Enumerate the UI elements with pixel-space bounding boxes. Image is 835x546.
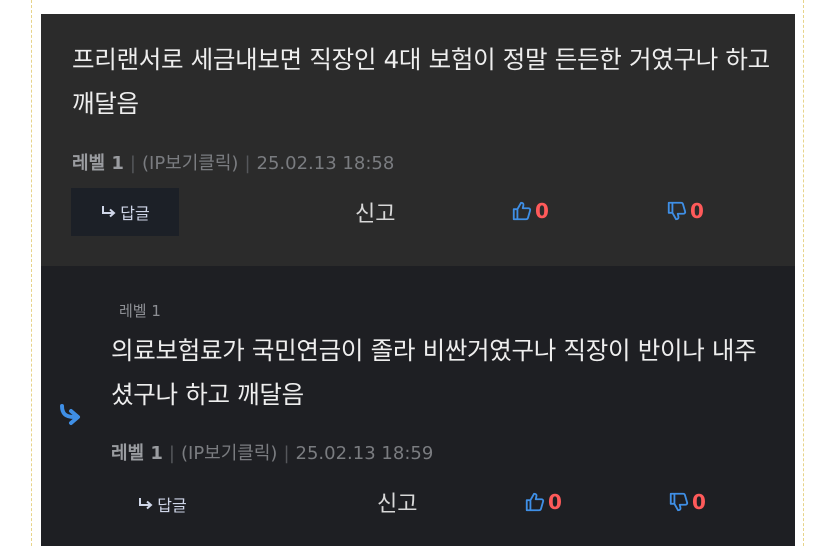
comment-text: 프리랜서로 세금내보면 직장인 4대 보험이 정말 든든한 거였구나 하고 깨달… [72, 45, 770, 118]
thumbs-up-icon [512, 201, 532, 221]
thumbs-down-icon [667, 201, 687, 221]
comment-datetime: 25.02.13 18:58 [256, 153, 395, 174]
ip-link[interactable]: (IP보기클릭) [181, 443, 277, 464]
reply-indicator-icon [60, 404, 80, 425]
reply-label: 답글 [120, 204, 150, 223]
downvote-count: 0 [690, 199, 704, 223]
thumbs-up-icon [525, 492, 545, 512]
comment: 프리랜서로 세금내보면 직장인 4대 보험이 정말 든든한 거였구나 하고 깨달… [41, 14, 795, 266]
upvote-count: 0 [535, 199, 549, 223]
reply-button[interactable]: 답글 [127, 484, 197, 524]
comment-meta: 레벨 1 | (IP보기클릭) | 25.02.13 18:58 [72, 149, 394, 175]
meta-separator: | [168, 443, 175, 464]
comment-level: 레벨 1 [72, 153, 124, 174]
reply-arrow-icon [139, 498, 153, 510]
comment-level-small: 레벨 1 [119, 302, 161, 320]
thumbs-down-icon [669, 492, 689, 512]
comment-datetime: 25.02.13 18:59 [295, 443, 434, 464]
meta-separator: | [283, 443, 290, 464]
reply-comment: 레벨 1 의료보험료가 국민연금이 졸라 비싼거였구나 직장이 반이나 내주셨구… [41, 266, 795, 546]
report-button[interactable]: 신고 [355, 196, 395, 228]
upvote-count: 0 [548, 490, 562, 514]
reply-label: 답글 [157, 496, 187, 515]
ip-link[interactable]: (IP보기클릭) [142, 153, 238, 174]
meta-separator: | [129, 153, 136, 174]
downvote-count: 0 [692, 490, 706, 514]
comment-meta: 레벨 1 | (IP보기클릭) | 25.02.13 18:59 [111, 439, 433, 465]
upvote-button[interactable]: 0 [524, 490, 562, 514]
upvote-button[interactable]: 0 [511, 199, 549, 223]
reply-button[interactable]: 답글 [71, 188, 179, 236]
downvote-button[interactable]: 0 [668, 490, 706, 514]
report-button[interactable]: 신고 [377, 486, 417, 518]
meta-separator: | [244, 153, 251, 174]
reply-arrow-icon [102, 206, 116, 218]
downvote-button[interactable]: 0 [666, 199, 704, 223]
comment-level: 레벨 1 [111, 443, 163, 464]
comment-text: 의료보험료가 국민연금이 졸라 비싼거였구나 직장이 반이나 내주셨구나 하고 … [111, 336, 757, 409]
